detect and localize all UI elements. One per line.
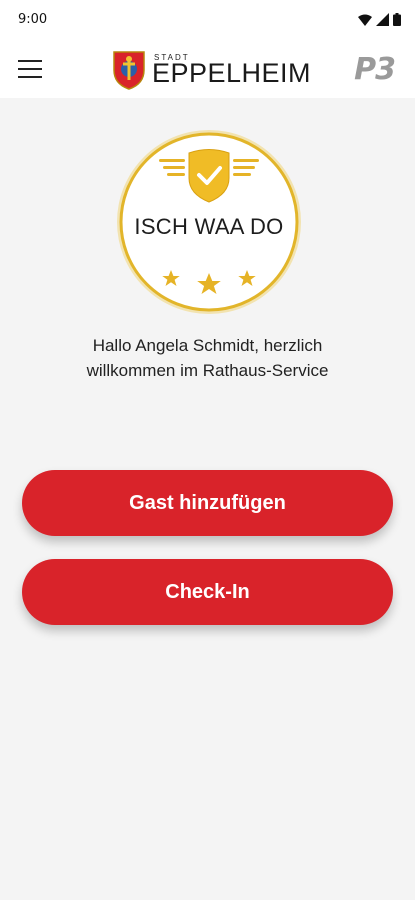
- cellular-icon: [376, 13, 389, 26]
- menu-icon-bar: [18, 68, 42, 70]
- status-time: 9:00: [18, 12, 48, 27]
- brand-wordmark: STADT EPPELHEIM: [152, 51, 312, 89]
- partner-logo: P3: [354, 52, 396, 87]
- brand-name: EPPELHEIM: [152, 58, 312, 88]
- check-in-button[interactable]: Check-In: [22, 559, 393, 625]
- battery-icon: [393, 13, 401, 26]
- menu-icon-bar: [18, 76, 42, 78]
- app-bar: STADT EPPELHEIM P3: [0, 42, 415, 98]
- coat-of-arms-icon: [113, 51, 145, 90]
- wifi-icon: [358, 14, 372, 26]
- status-bar: 9:00: [0, 0, 415, 42]
- welcome-message: Hallo Angela Schmidt, herzlich willkomme…: [40, 333, 375, 383]
- add-guest-button[interactable]: Gast hinzufügen: [22, 470, 393, 536]
- badge-title: ISCH WAA DO: [134, 214, 284, 239]
- status-icons: [358, 13, 401, 26]
- welcome-line-1: Hallo Angela Schmidt, herzlich: [92, 336, 323, 355]
- menu-icon-bar: [18, 60, 42, 62]
- welcome-line-2: willkommen im Rathaus-Service: [86, 361, 329, 380]
- isch-waa-do-badge: ISCH WAA DO: [115, 128, 303, 316]
- eppelheim-logo: STADT EPPELHEIM: [112, 50, 312, 90]
- menu-button[interactable]: [18, 60, 50, 84]
